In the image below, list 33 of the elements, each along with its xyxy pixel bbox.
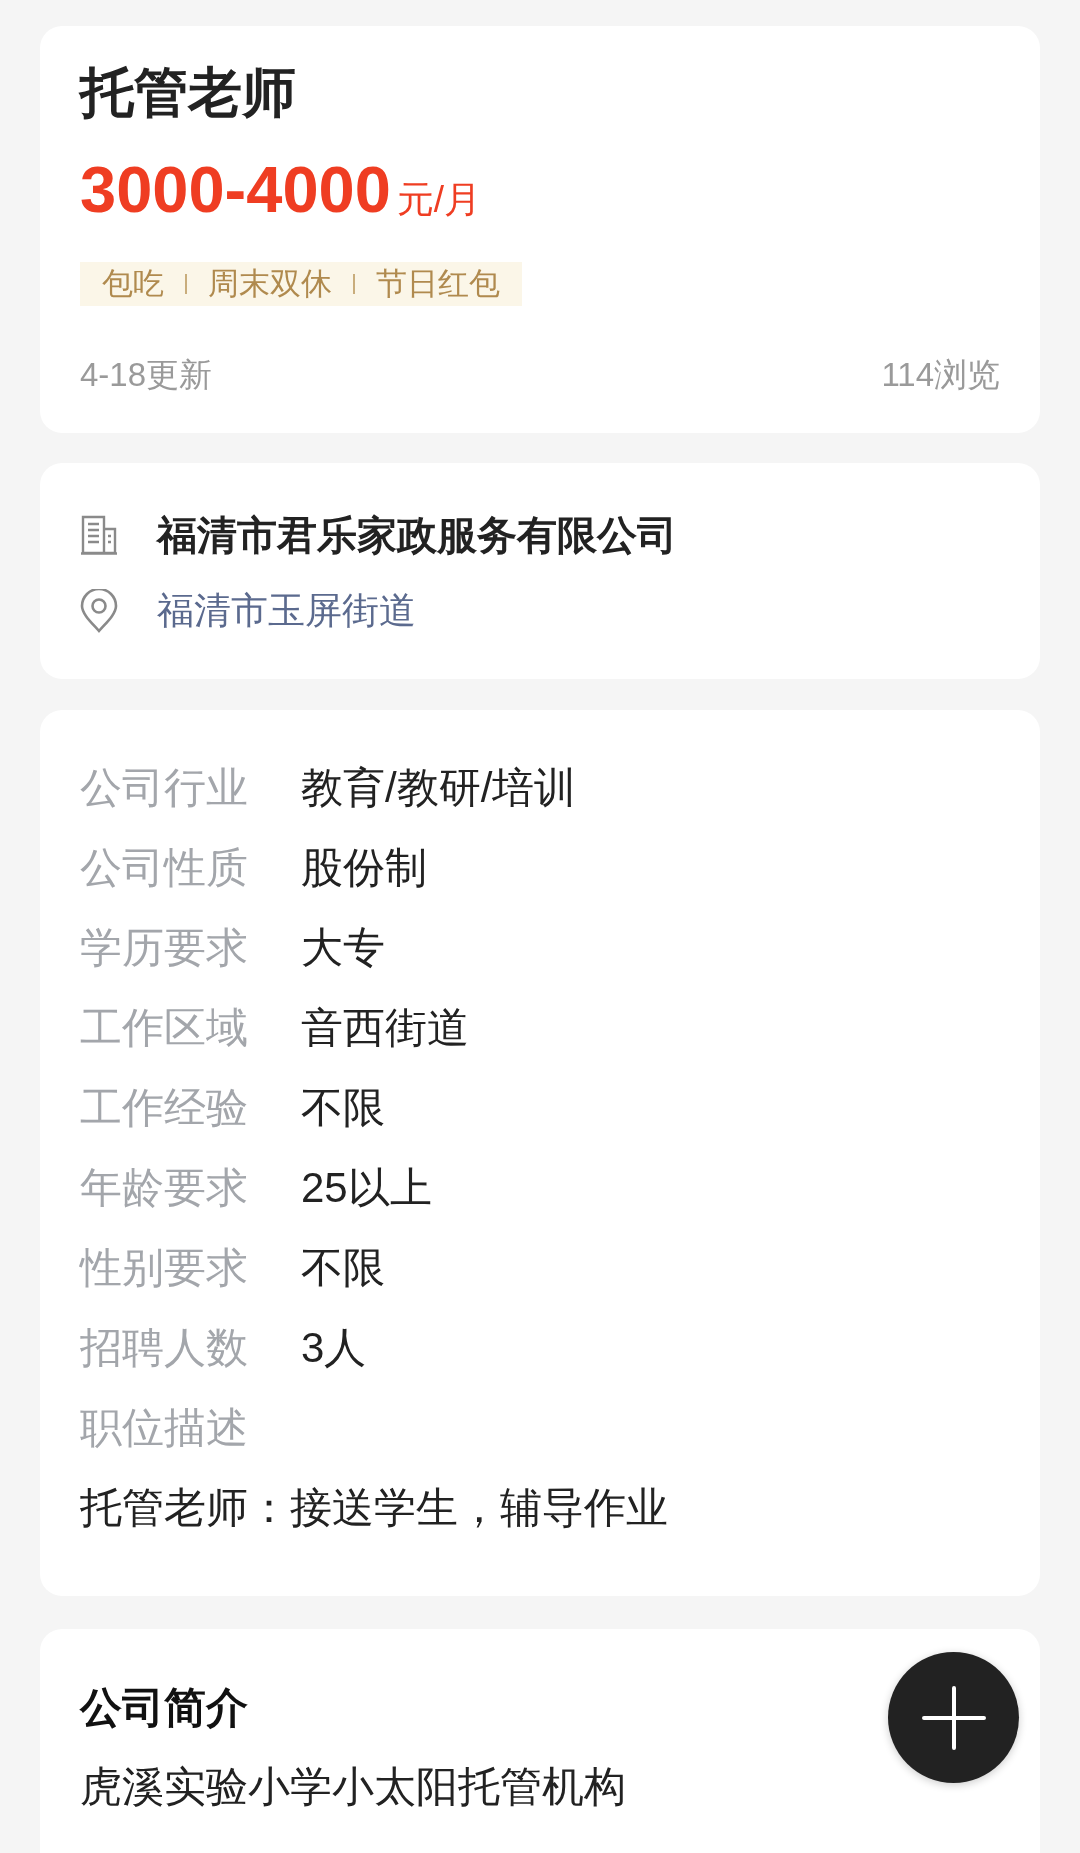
benefit-tag: 节日红包 [376, 264, 500, 304]
field-value: 大专 [301, 923, 385, 973]
field-value: 不限 [301, 1083, 385, 1133]
field-label: 年龄要求 [80, 1163, 249, 1213]
benefit-tag: 周末双休 [208, 264, 332, 304]
field-label: 职位描述 [80, 1403, 248, 1453]
field-value: 教育/教研/培训 [301, 763, 577, 813]
field-value: 3人 [301, 1323, 367, 1373]
salary-unit: 元/月 [396, 178, 482, 222]
field-value: 不限 [301, 1243, 385, 1293]
section-title: 公司简介 [80, 1683, 248, 1733]
benefit-tag: 包吃 [102, 264, 164, 304]
field-label: 工作经验 [80, 1083, 249, 1133]
field-label: 学历要求 [80, 923, 249, 973]
job-title: 托管老师 [80, 61, 296, 124]
field-value: 音西街道 [301, 1003, 469, 1053]
job-description: 托管老师：接送学生，辅导作业 [80, 1483, 668, 1533]
field-value: 25以上 [301, 1163, 432, 1213]
company-location[interactable]: 福清市玉屏街道 [157, 586, 416, 636]
field-label: 公司行业 [80, 763, 249, 813]
plus-icon [921, 1685, 986, 1750]
update-date: 4-18更新 [80, 355, 213, 395]
field-label: 工作区域 [80, 1003, 249, 1053]
field-label: 公司性质 [80, 843, 249, 893]
building-icon [80, 515, 118, 555]
view-count: 114浏览 [881, 355, 1000, 395]
location-pin-icon [80, 589, 118, 633]
field-label: 招聘人数 [80, 1323, 249, 1373]
company-intro-text: 虎溪实验小学小太阳托管机构 [80, 1762, 626, 1812]
salary-amount: 3000-4000 [80, 154, 391, 226]
field-value: 股份制 [301, 843, 427, 893]
field-label: 性别要求 [80, 1243, 249, 1293]
company-name[interactable]: 福清市君乐家政服务有限公司 [157, 510, 677, 560]
